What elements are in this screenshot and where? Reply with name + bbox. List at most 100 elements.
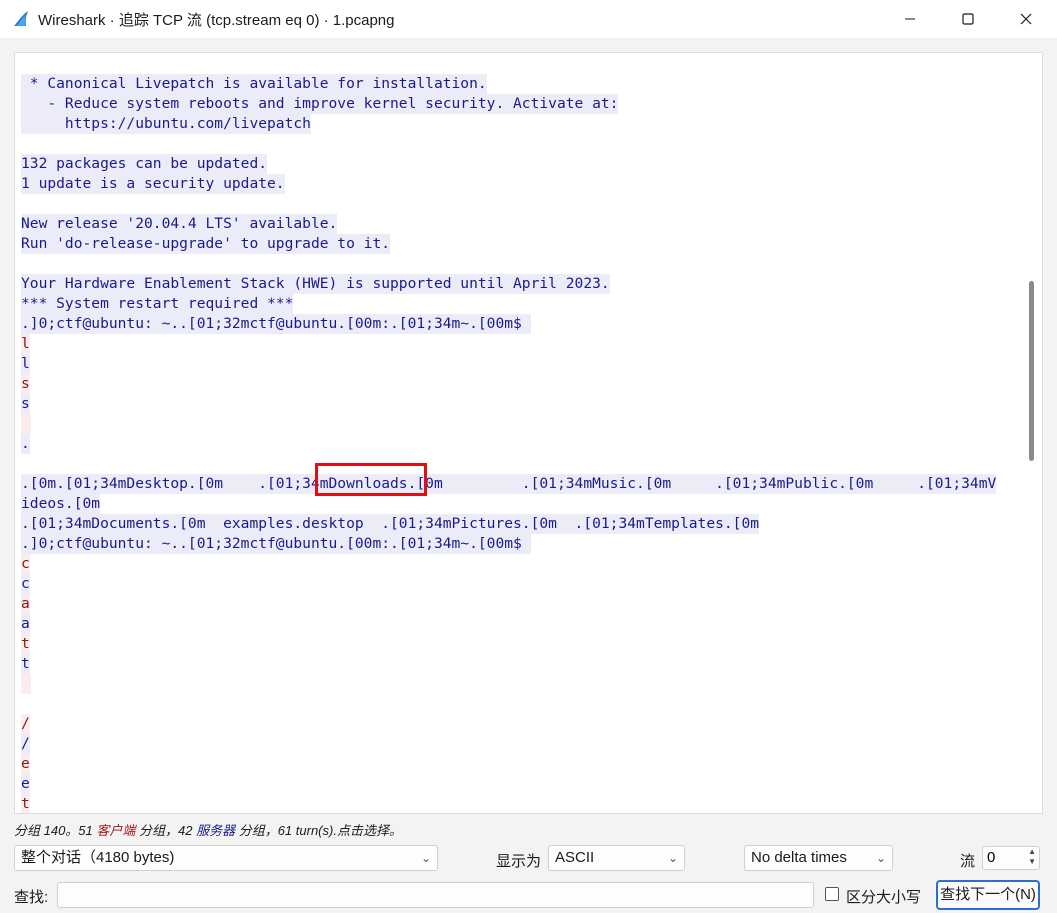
maximize-button[interactable]	[938, 0, 998, 38]
server-line: c	[21, 574, 1013, 594]
stream-number-label: 流	[960, 853, 976, 870]
find-label: 查找:	[14, 889, 49, 906]
server-text: .]0;ctf@ubuntu: ~..[01;32mctf@ubuntu.[00…	[21, 534, 531, 554]
server-text: 1 update is a security update.	[21, 174, 285, 194]
client-line: e	[21, 754, 1013, 774]
client-line	[21, 414, 1013, 434]
server-line: .]0;ctf@ubuntu: ~..[01;32mctf@ubuntu.[00…	[21, 314, 1013, 334]
server-line: s	[21, 394, 1013, 414]
stream-text-area[interactable]: * Canonical Livepatch is available for i…	[14, 52, 1043, 814]
server-line: New release '20.04.4 LTS' available.	[21, 214, 1013, 234]
client-empty-marker	[21, 414, 31, 434]
client-line	[21, 674, 1013, 694]
client-line: t	[21, 634, 1013, 654]
scrollbar-thumb[interactable]	[1029, 281, 1034, 461]
server-line: t	[21, 654, 1013, 674]
spin-arrows-icon[interactable]: ▲ ▼	[1028, 847, 1036, 867]
close-icon	[1020, 13, 1032, 25]
server-text: .[0m.[01;34mDesktop.[0m .[01;34mDownload…	[21, 474, 997, 494]
server-text: /	[21, 734, 30, 754]
server-line: *** System restart required ***	[21, 294, 1013, 314]
summary-client-word: 客户端	[96, 823, 136, 838]
close-button[interactable]	[996, 0, 1056, 38]
stream-number-value: 0	[987, 849, 996, 866]
minimize-button[interactable]	[880, 0, 940, 38]
server-line: 1 update is a security update.	[21, 174, 1013, 194]
server-line: .	[21, 434, 1013, 454]
server-line	[21, 194, 1013, 214]
server-line: /	[21, 734, 1013, 754]
conversation-select[interactable]: 整个对话（4180 bytes) ⌄	[14, 845, 438, 871]
client-line: s	[21, 374, 1013, 394]
maximize-icon	[962, 13, 974, 25]
server-line: 132 packages can be updated.	[21, 154, 1013, 174]
server-line: Run 'do-release-upgrade' to upgrade to i…	[21, 234, 1013, 254]
summary-prefix: 分组 140。51	[14, 823, 97, 838]
server-text: a	[21, 614, 30, 634]
server-line: ideos.[0m	[21, 494, 1013, 514]
server-text: Your Hardware Enablement Stack (HWE) is …	[21, 274, 610, 294]
show-as-select[interactable]: ASCII ⌄	[548, 845, 685, 871]
delta-times-select[interactable]: No delta times ⌄	[744, 845, 893, 871]
vertical-scrollbar[interactable]	[1022, 53, 1042, 813]
chevron-down-icon: ⌄	[667, 851, 678, 865]
annotation-highlight	[315, 463, 427, 496]
client-line: t	[21, 794, 1013, 813]
client-text: e	[21, 754, 30, 774]
server-line: - Reduce system reboots and improve kern…	[21, 94, 1013, 114]
client-line: /	[21, 714, 1013, 734]
client-text: l	[21, 334, 30, 354]
client-line: c	[21, 554, 1013, 574]
server-text: https://ubuntu.com/livepatch	[21, 114, 311, 134]
follow-stream-panel: * Canonical Livepatch is available for i…	[0, 38, 1057, 913]
window-title: Wireshark · 追踪 TCP 流 (tcp.stream eq 0) ·…	[38, 12, 395, 29]
stream-content: * Canonical Livepatch is available for i…	[21, 74, 1013, 813]
server-text: t	[21, 654, 30, 674]
server-line	[21, 694, 1013, 714]
client-line: l	[21, 334, 1013, 354]
server-line: https://ubuntu.com/livepatch	[21, 114, 1013, 134]
case-sensitive-label: 区分大小写	[846, 889, 922, 906]
minimize-icon	[905, 18, 915, 20]
client-empty-marker	[21, 674, 31, 694]
summary-suffix: 分组，61 turn(s).点击选择。	[235, 823, 402, 838]
stream-number-spinbox[interactable]: 0 ▲ ▼	[982, 846, 1040, 870]
chevron-down-icon: ⌄	[420, 851, 431, 865]
server-text: Run 'do-release-upgrade' to upgrade to i…	[21, 234, 391, 254]
find-next-button[interactable]: 查找下一个(N)	[936, 880, 1040, 910]
summary-server-word: 服务器	[196, 823, 236, 838]
server-line: * Canonical Livepatch is available for i…	[21, 74, 1013, 94]
wireshark-fin-icon	[14, 11, 28, 26]
server-line	[21, 454, 1013, 474]
server-text: 132 packages can be updated.	[21, 154, 268, 174]
client-text: /	[21, 714, 30, 734]
show-as-label: 显示为	[496, 853, 542, 870]
conversation-select-value: 整个对话（4180 bytes)	[21, 849, 175, 866]
stream-summary: 分组 140。51 客户端 分组，42 服务器 分组，61 turn(s).点击…	[14, 820, 402, 839]
server-text: .]0;ctf@ubuntu: ~..[01;32mctf@ubuntu.[00…	[21, 314, 531, 334]
client-text: s	[21, 374, 30, 394]
server-text: l	[21, 354, 30, 374]
server-text: *** System restart required ***	[21, 294, 294, 314]
server-text: ideos.[0m	[21, 494, 101, 514]
server-line: l	[21, 354, 1013, 374]
server-text: .[01;34mDocuments.[0m examples.desktop .…	[21, 514, 760, 534]
server-text: e	[21, 774, 30, 794]
find-input[interactable]	[57, 882, 814, 908]
server-line: .]0;ctf@ubuntu: ~..[01;32mctf@ubuntu.[00…	[21, 534, 1013, 554]
server-line	[21, 254, 1013, 274]
case-sensitive-checkbox[interactable]	[825, 887, 839, 901]
summary-mid: 分组，42	[135, 823, 197, 838]
server-line: e	[21, 774, 1013, 794]
server-text: c	[21, 574, 30, 594]
server-line: a	[21, 614, 1013, 634]
title-bar: Wireshark · 追踪 TCP 流 (tcp.stream eq 0) ·…	[0, 0, 1057, 38]
client-text: a	[21, 594, 30, 614]
client-text: c	[21, 554, 30, 574]
server-text: - Reduce system reboots and improve kern…	[21, 94, 619, 114]
server-line	[21, 134, 1013, 154]
server-line: Your Hardware Enablement Stack (HWE) is …	[21, 274, 1013, 294]
server-text: .	[21, 434, 30, 454]
client-line: a	[21, 594, 1013, 614]
show-as-value: ASCII	[555, 849, 595, 866]
